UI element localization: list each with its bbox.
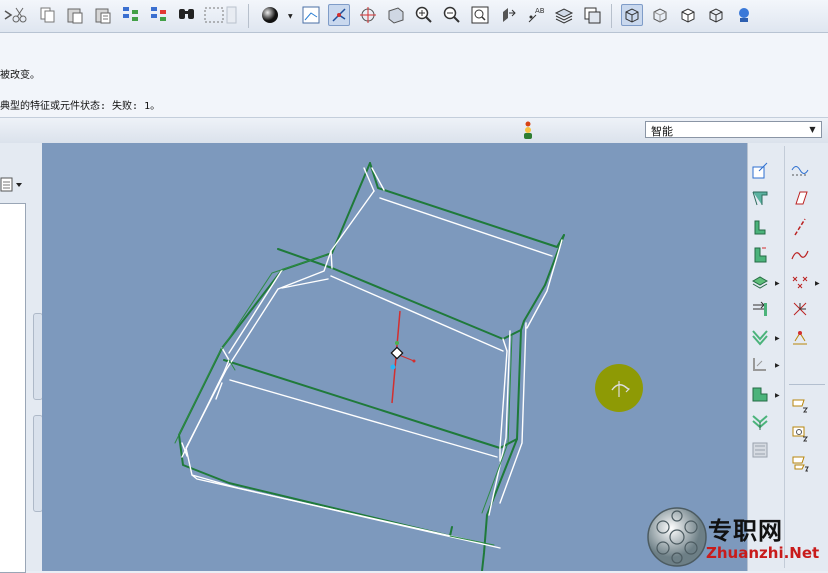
curve-datum-icon[interactable] [789, 160, 811, 182]
regenerate-icon[interactable] [120, 4, 142, 26]
toolbar-divider [789, 384, 825, 385]
watermark-url: Zhuanzhi.Net [706, 544, 820, 562]
sketch-plane-icon[interactable] [300, 4, 322, 26]
copy-icon[interactable] [37, 4, 59, 26]
shading-edges-icon[interactable] [621, 4, 643, 26]
spline-icon[interactable] [789, 244, 811, 266]
annotation-display-icon[interactable]: AB [525, 4, 547, 26]
refit-icon[interactable] [469, 4, 491, 26]
layer-tree-icon[interactable] [749, 439, 771, 461]
toolbar-separator [611, 4, 612, 28]
chevron-right-icon[interactable]: ▶ [775, 335, 780, 342]
repaint-icon[interactable] [497, 4, 519, 26]
datum-display-icon[interactable] [328, 4, 350, 26]
paste-icon[interactable] [64, 4, 86, 26]
message-area: 被改变。 典型的特征或元件状态: 失败: 1。 [0, 33, 828, 117]
rib-icon[interactable] [749, 353, 771, 375]
selection-filter-dropdown[interactable]: 智能 ▼ [645, 121, 822, 138]
navigator-panel [0, 143, 43, 573]
wireframe-model[interactable] [42, 143, 747, 571]
svg-text:AB: AB [535, 7, 545, 15]
status-bar: 智能 ▼ [0, 117, 828, 144]
no-hidden-icon[interactable] [705, 4, 727, 26]
analysis-icon[interactable] [789, 326, 811, 348]
find-icon[interactable] [176, 4, 198, 26]
mirror-icon[interactable] [749, 326, 771, 348]
annotation-icon[interactable] [789, 452, 811, 474]
chevron-right-icon[interactable]: ▶ [775, 280, 780, 287]
chevron-right-icon[interactable]: ▶ [775, 362, 780, 369]
round-icon[interactable] [749, 187, 771, 209]
zoom-in-icon[interactable] [413, 4, 435, 26]
extrude-icon[interactable] [749, 216, 771, 238]
merge-icon[interactable] [789, 423, 811, 445]
main-toolbar: ▼ AB [0, 0, 828, 33]
message-line: 被改变。 [0, 70, 40, 81]
watermark-title: 专职网 [708, 516, 783, 545]
pattern-icon[interactable] [749, 383, 771, 405]
model-tree-area[interactable] [0, 203, 26, 573]
message-line: 典型的特征或元件状态: 失败: 1。 [0, 101, 161, 112]
plane-icon[interactable] [749, 160, 771, 182]
annotation-icon[interactable] [789, 395, 811, 417]
toolbar-separator [248, 4, 249, 28]
layers-icon[interactable] [553, 4, 575, 26]
chevron-right-icon[interactable]: ▶ [775, 392, 780, 399]
chevron-down-icon[interactable]: ▼ [806, 123, 819, 136]
hidden-line-icon[interactable] [677, 4, 699, 26]
draft-icon[interactable] [749, 298, 771, 320]
scissors-icon[interactable] [9, 4, 31, 26]
shell-icon[interactable] [749, 271, 771, 293]
wireframe-icon[interactable] [649, 4, 671, 26]
point-icon[interactable] [789, 271, 811, 293]
feature-toolbar: ▶ ▶ ▶ ▶ ▶ [747, 143, 828, 571]
sketched-datum-icon[interactable] [789, 187, 811, 209]
sphere-display-icon[interactable] [259, 4, 281, 26]
revolve-icon[interactable] [749, 244, 771, 266]
watermark-logo-icon [647, 507, 707, 567]
filter-value: 智能 [651, 125, 673, 138]
traffic-light-icon[interactable] [521, 120, 535, 143]
csys-icon[interactable] [789, 298, 811, 320]
chevron-down-icon[interactable]: ▼ [288, 13, 293, 20]
view-manager-icon[interactable] [749, 411, 771, 433]
graphics-window[interactable] [42, 143, 747, 571]
paste-special-icon[interactable] [92, 4, 114, 26]
selection-box-icon[interactable] [203, 4, 237, 26]
orient-icon[interactable] [385, 4, 407, 26]
saved-views-icon[interactable] [581, 4, 603, 26]
regenerate-manager-icon[interactable] [148, 4, 170, 26]
zoom-out-icon[interactable] [441, 4, 463, 26]
spin-center-icon[interactable] [357, 4, 379, 26]
axis-icon[interactable] [789, 216, 811, 238]
model-tree-icon[interactable] [733, 4, 755, 26]
model-tree-menu-icon[interactable] [0, 176, 30, 197]
chevron-right-icon[interactable]: ▶ [815, 280, 820, 287]
toolbar-separator [784, 146, 785, 568]
